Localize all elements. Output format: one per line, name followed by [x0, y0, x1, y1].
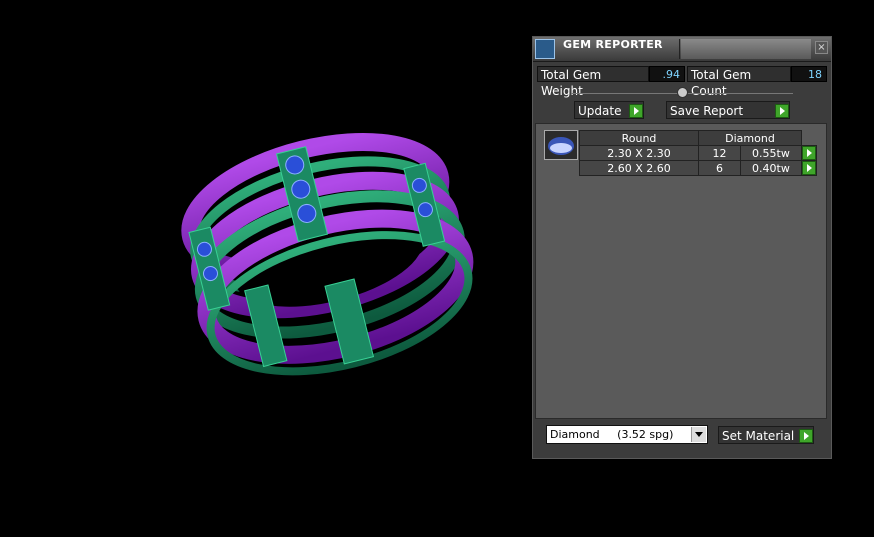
table-row: 2.30 X 2.30 12 0.55tw	[579, 145, 817, 161]
table-row: 2.60 X 2.60 6 0.40tw	[579, 160, 817, 176]
material-select-value: Diamond (3.52 spg)	[550, 428, 674, 441]
panel-titlebar[interactable]: GEM REPORTER ×	[533, 37, 831, 62]
play-icon	[775, 104, 789, 118]
row-action[interactable]	[801, 160, 817, 176]
set-material-button[interactable]: Set Material	[718, 426, 814, 444]
gem-table: Round Diamond 2.30 X 2.30 12 0.55tw 2.60…	[579, 130, 817, 176]
chevron-down-icon[interactable]	[691, 427, 706, 442]
total-weight-value: .94	[649, 66, 685, 82]
panel-title: GEM REPORTER	[563, 38, 663, 51]
title-divider	[679, 39, 680, 59]
total-count-value: 18	[791, 66, 827, 82]
column-header-material: Diamond	[698, 130, 802, 146]
total-count-label: Total Gem Count	[687, 66, 791, 98]
column-header-shape: Round	[579, 130, 699, 146]
play-icon	[799, 429, 813, 443]
update-label: Update	[578, 104, 622, 118]
gem-icon	[544, 130, 578, 160]
total-weight-label: Total Gem Weight	[537, 66, 649, 98]
close-icon[interactable]: ×	[815, 41, 828, 54]
app-icon	[535, 39, 555, 59]
gem-reporter-panel: GEM REPORTER × Total Gem Weight .94 Tota…	[532, 36, 832, 459]
gem-weight: 0.40tw	[739, 160, 803, 176]
save-report-button[interactable]: Save Report	[666, 101, 790, 119]
gem-weight: 0.55tw	[739, 145, 803, 161]
gem-size: 2.30 X 2.30	[579, 145, 699, 161]
gem-list-area: Round Diamond 2.30 X 2.30 12 0.55tw 2.60…	[535, 123, 827, 419]
material-select[interactable]: Diamond (3.52 spg)	[546, 425, 708, 444]
play-icon[interactable]	[802, 146, 816, 160]
set-material-label: Set Material	[722, 429, 795, 443]
save-report-label: Save Report	[670, 104, 744, 118]
gem-count: 6	[698, 160, 741, 176]
play-icon	[629, 104, 643, 118]
gem-size: 2.60 X 2.60	[579, 160, 699, 176]
title-extension	[681, 39, 811, 59]
header-spacer	[801, 130, 817, 146]
update-button[interactable]: Update	[574, 101, 644, 119]
collapse-knob[interactable]	[677, 87, 688, 98]
play-icon[interactable]	[802, 161, 816, 175]
gem-count: 12	[698, 145, 741, 161]
row-action[interactable]	[801, 145, 817, 161]
